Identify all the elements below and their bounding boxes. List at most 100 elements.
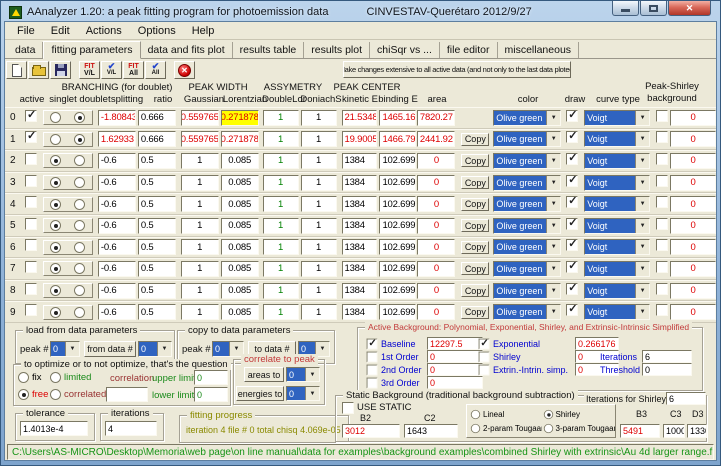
radio-icon[interactable] <box>470 423 481 433</box>
peak-shirley-background-field[interactable]: 0 <box>670 109 716 126</box>
active-checkbox[interactable] <box>24 108 37 122</box>
splitting-field[interactable]: -0.6 <box>97 217 136 234</box>
1st-order-checkbox[interactable] <box>366 351 378 362</box>
doublelor-field[interactable]: 1 <box>262 152 299 169</box>
binding-energy-field[interactable]: 102.6995 <box>379 196 417 213</box>
tab-results-table[interactable]: results table <box>232 42 305 58</box>
use-static-checkbox[interactable] <box>342 402 354 414</box>
draw-checkbox[interactable] <box>566 108 579 122</box>
area-field[interactable]: 0 <box>417 239 456 256</box>
menu-actions[interactable]: Actions <box>78 24 130 38</box>
ratio-field[interactable]: 0.5 <box>137 196 176 213</box>
title-bar[interactable]: AAnalyzer 1.20: a peak fitting program f… <box>4 1 717 21</box>
binding-energy-field[interactable]: 1465.165 <box>379 109 417 126</box>
chevron-down-icon[interactable]: ▼ <box>546 153 561 168</box>
maximize-button[interactable] <box>640 1 667 16</box>
singlet-radio[interactable] <box>50 177 62 189</box>
kinetic-energy-field[interactable]: 1384 <box>341 196 378 213</box>
splitting-field[interactable]: -0.6 <box>97 282 136 299</box>
color-combo[interactable]: Olive green ▼ <box>493 152 562 169</box>
c2-field[interactable]: 1643 <box>404 424 458 438</box>
load-from-data-button[interactable]: from data # <box>84 341 136 357</box>
peak-shirley-background-field[interactable]: 0 <box>670 131 716 148</box>
b3-field[interactable]: 5491 <box>620 424 660 438</box>
singlet-radio[interactable] <box>50 198 62 210</box>
doublelor-field[interactable]: 1 <box>262 260 299 277</box>
correlation-field[interactable] <box>106 387 148 402</box>
b2-field[interactable]: 3012 <box>342 424 400 438</box>
draw-checkbox[interactable] <box>566 259 579 273</box>
color-combo[interactable]: Olive green ▼ <box>493 131 562 148</box>
singlet-radio[interactable] <box>50 112 62 124</box>
active-checkbox[interactable] <box>24 282 37 295</box>
lorentzian-width-field[interactable]: 0.085 <box>220 239 259 256</box>
tab-results-plot[interactable]: results plot <box>304 42 371 58</box>
kinetic-energy-field[interactable]: 1384 <box>341 239 378 256</box>
lorentzian-width-field[interactable]: 0.271878 <box>220 109 259 126</box>
draw-checkbox[interactable] <box>566 302 579 317</box>
doublelor-field[interactable]: 1 <box>262 174 299 191</box>
curve-type-combo[interactable]: Voigt ▼ <box>584 152 651 169</box>
peak-shirley-checkbox[interactable] <box>656 174 669 187</box>
chevron-down-icon[interactable]: ▼ <box>546 305 561 320</box>
binding-energy-field[interactable]: 102.6995 <box>379 239 417 256</box>
gaussian-width-field[interactable]: 0.559765 <box>180 131 219 148</box>
doublelor-field[interactable]: 1 <box>262 239 299 256</box>
chevron-down-icon[interactable]: ▼ <box>635 153 650 168</box>
lorentzian-width-field[interactable]: 0.085 <box>220 260 259 277</box>
c3-field[interactable]: 1000 <box>663 424 685 438</box>
peak-shirley-background-field[interactable]: 0 <box>670 152 716 169</box>
doniachs-field[interactable]: 1 <box>300 260 337 277</box>
binding-energy-field[interactable]: 102.6995 <box>379 304 417 321</box>
gaussian-width-field[interactable]: 1 <box>180 239 219 256</box>
color-combo[interactable]: Olive green ▼ <box>493 196 562 213</box>
splitting-field[interactable]: -0.6 <box>97 260 136 277</box>
load-peak-combo[interactable]: 0 ▼ <box>50 341 80 357</box>
upper-limit-field[interactable]: 0 <box>194 370 228 385</box>
exponential-checkbox[interactable] <box>478 336 490 349</box>
chevron-down-icon[interactable]: ▼ <box>635 175 650 190</box>
draw-checkbox[interactable] <box>566 281 579 295</box>
curve-type-combo[interactable]: Voigt ▼ <box>584 239 651 256</box>
doublet-radio[interactable] <box>74 285 86 297</box>
chevron-down-icon[interactable]: ▼ <box>635 240 650 255</box>
singlet-radio[interactable] <box>50 306 62 318</box>
doniachs-field[interactable]: 1 <box>300 239 337 256</box>
doublet-radio[interactable] <box>74 155 86 167</box>
tab-data-and-fits-plot[interactable]: data and fits plot <box>140 42 233 58</box>
chevron-down-icon[interactable]: ▼ <box>546 240 561 255</box>
gaussian-width-field[interactable]: 1 <box>180 152 219 169</box>
peak-shirley-checkbox[interactable] <box>656 152 669 165</box>
peak-shirley-checkbox[interactable] <box>656 239 669 252</box>
kinetic-energy-field[interactable]: 1384 <box>341 174 378 191</box>
gaussian-width-field[interactable]: 0.559765 <box>180 109 219 126</box>
shirley-checkbox[interactable] <box>478 351 490 362</box>
open-folder-button[interactable] <box>28 61 49 79</box>
doniachs-field[interactable]: 1 <box>300 152 337 169</box>
splitting-field[interactable]: -0.6 <box>97 304 136 321</box>
chevron-down-icon[interactable]: ▼ <box>65 342 79 356</box>
ratio-field[interactable]: 0.666 <box>137 131 176 148</box>
area-field[interactable]: 0 <box>417 282 456 299</box>
tab-file-editor[interactable]: file editor <box>439 42 498 58</box>
tab-chisqr-vs-[interactable]: chiSqr vs ... <box>370 42 440 58</box>
color-combo[interactable]: Olive green ▼ <box>493 109 562 126</box>
active-checkbox[interactable] <box>24 260 37 273</box>
extrin-intrin-simp--checkbox[interactable] <box>478 364 490 375</box>
gaussian-width-field[interactable]: 1 <box>180 282 219 299</box>
peak-shirley-checkbox[interactable] <box>656 282 669 295</box>
splitting-field[interactable]: -0.6 <box>97 152 136 169</box>
area-field[interactable]: 0 <box>417 217 456 234</box>
fit-all-button[interactable]: FIT All <box>123 61 144 79</box>
gaussian-width-field[interactable]: 1 <box>180 304 219 321</box>
area-field[interactable]: 0 <box>417 174 456 191</box>
make-changes-button[interactable]: Make changes extensive to all active dat… <box>343 61 571 78</box>
copy-button[interactable]: Copy <box>461 262 490 276</box>
color-combo[interactable]: Olive green ▼ <box>493 217 562 234</box>
singlet-radio[interactable] <box>50 220 62 232</box>
doublet-radio[interactable] <box>74 133 86 145</box>
peak-shirley-checkbox[interactable] <box>656 304 669 317</box>
free-radio[interactable]: free <box>18 389 48 400</box>
doniachs-field[interactable]: 1 <box>300 174 337 191</box>
abg-threshold-field[interactable]: 0 <box>642 363 692 376</box>
